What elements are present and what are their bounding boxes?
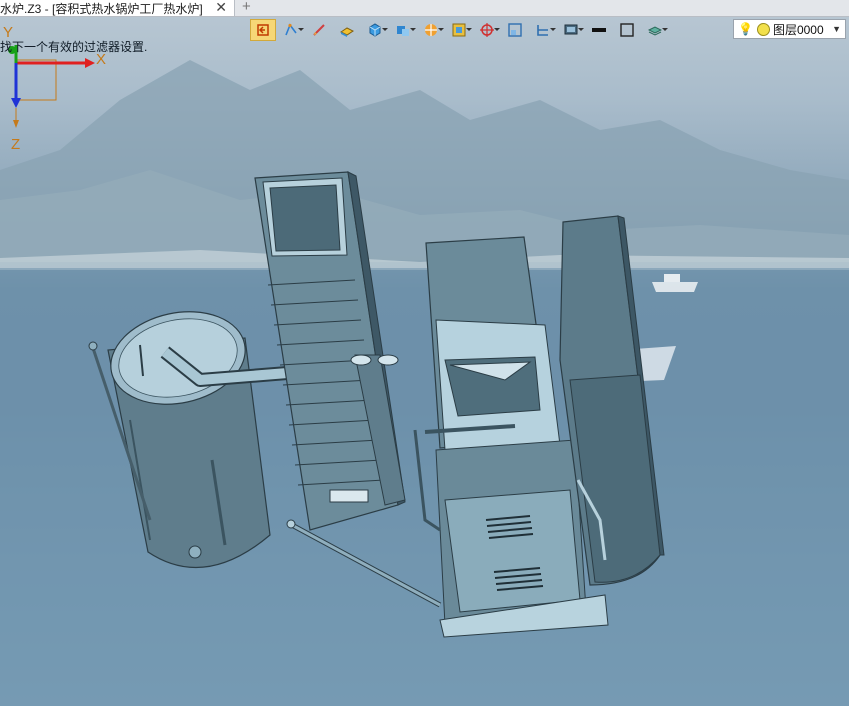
origin-button[interactable] (474, 19, 500, 41)
box-button[interactable] (614, 19, 640, 41)
lightbulb-icon: 💡 (738, 22, 753, 36)
render-button[interactable] (418, 19, 444, 41)
line-style-icon (592, 28, 606, 32)
tab-title: 水炉.Z3 - [容积式热水锅炉工厂热水炉] (0, 1, 203, 16)
pick-filter-icon (257, 24, 269, 36)
render-icon (425, 24, 437, 36)
3d-viewport[interactable]: X Y Z (0, 16, 849, 706)
section-icon (537, 25, 548, 36)
pick-filter-button[interactable] (250, 19, 276, 41)
add-tab-icon[interactable]: + (242, 0, 251, 15)
view-button[interactable] (502, 19, 528, 41)
display-button[interactable] (558, 19, 584, 41)
view-icon (508, 23, 522, 37)
axis-triad (8, 45, 95, 128)
layer-select-value: 图层0000 (772, 22, 824, 37)
origin-icon (480, 23, 494, 37)
section-button[interactable] (530, 19, 556, 41)
display-icon (564, 24, 578, 35)
frame-button[interactable] (446, 19, 472, 41)
solid-button[interactable] (362, 19, 388, 41)
layer-color-swatch (756, 22, 770, 36)
snap-icon (285, 23, 297, 36)
assembly-icon (397, 26, 409, 36)
sketch-button[interactable] (306, 19, 332, 41)
snap-button[interactable] (278, 19, 304, 41)
solid-icon (369, 23, 381, 37)
document-tab-bar: 水炉.Z3 - [容积式热水锅炉工厂热水炉] ✕ + (0, 0, 849, 17)
frame-icon (452, 23, 466, 37)
chevron-down-icon[interactable]: ▼ (832, 24, 841, 34)
surface-button[interactable] (334, 19, 360, 41)
tab-document[interactable]: 水炉.Z3 - [容积式热水锅炉工厂热水炉] ✕ (0, 0, 235, 16)
status-message: 找下一个有效的过滤器设置. (0, 40, 148, 54)
assembly-button[interactable] (390, 19, 416, 41)
view-toolbar (250, 18, 668, 42)
box-icon (620, 23, 634, 37)
sketch-icon (313, 24, 325, 36)
surface-icon (340, 27, 354, 37)
close-tab-icon[interactable]: ✕ (215, 0, 227, 16)
layer-button[interactable] (642, 19, 668, 41)
layer-icon (648, 26, 662, 36)
scene-drawing (0, 45, 849, 706)
axis-z-label: Z (11, 136, 21, 153)
line-style-button[interactable] (586, 19, 612, 41)
layer-select[interactable]: 💡 图层0000 ▼ (733, 19, 846, 39)
